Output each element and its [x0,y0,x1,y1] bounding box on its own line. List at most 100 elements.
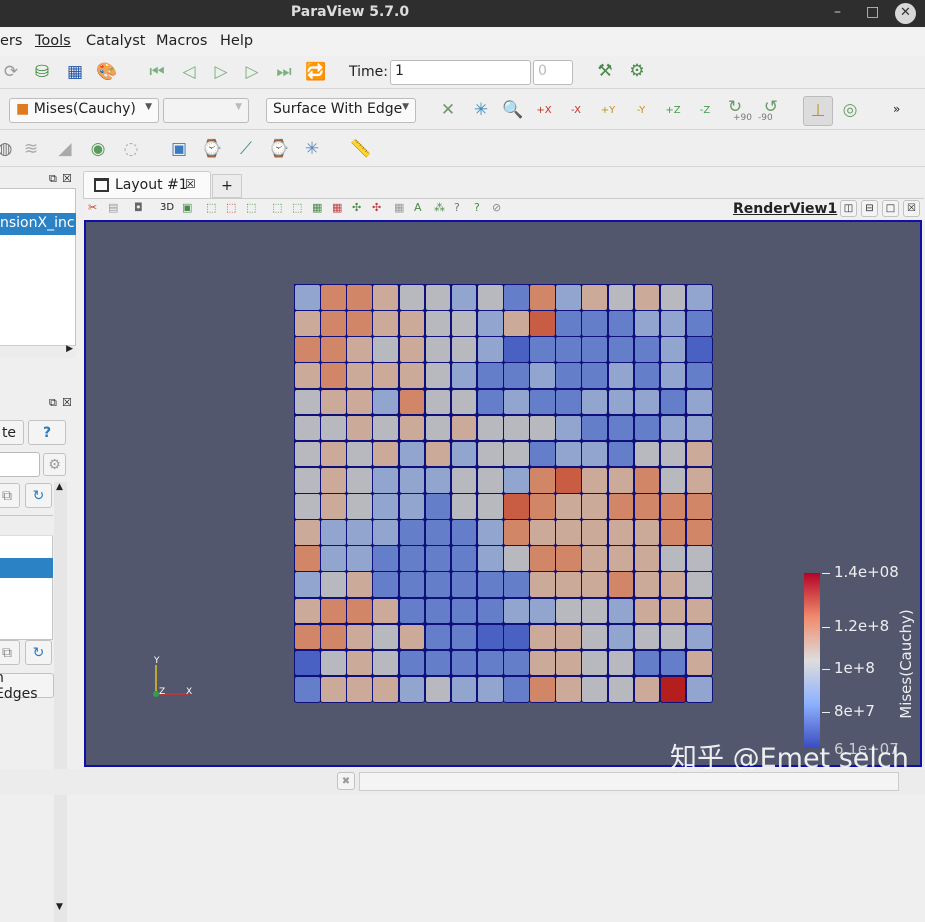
close-tab-icon[interactable]: ☒ [185,177,196,191]
menu-filters[interactable]: ers [0,33,22,49]
toggle-3d-button[interactable]: 3D [160,202,174,213]
tab-layout-1[interactable]: Layout #1 ☒ [83,171,211,199]
orientation-axes-toggle-icon[interactable]: ⊥ [803,96,833,126]
zoom-to-box-icon[interactable]: 🔍 [502,99,524,121]
probe-icon[interactable]: ✳ [301,138,323,160]
next-frame-icon[interactable]: ▷ [241,61,263,83]
view-minus-z-icon[interactable]: -Z [694,99,716,121]
plot-data-over-time-icon[interactable]: ⌚ [268,138,290,160]
mesh-cell [372,493,399,520]
timestep-spinbox[interactable]: 0 [533,60,573,85]
view-plus-x-icon[interactable]: +X [533,99,555,121]
time-input[interactable]: 1 [390,60,531,85]
color-palette-icon[interactable]: 🎨 [96,61,118,83]
clear-selection-icon[interactable]: ▦ [394,201,404,214]
menu-help[interactable]: Help [220,33,253,49]
group-datasets-icon[interactable]: ◉ [87,138,109,160]
zoom-to-data-icon[interactable]: ✳ [470,99,492,121]
capture-icon[interactable]: ▤ [108,201,118,214]
glyph-filter-icon[interactable]: ◍ [0,138,16,160]
view-plus-y-icon[interactable]: +Y [597,99,619,121]
menu-macros[interactable]: Macros [156,33,207,49]
previous-frame-icon[interactable]: ◁ [178,61,200,83]
reset-session-icon[interactable]: ⟳ [0,61,22,83]
undock-icon[interactable]: ⧉ [49,396,57,410]
hover-cells-icon[interactable]: ? [474,201,480,214]
select-block-icon[interactable]: ⬚ [272,201,282,214]
gear-icon[interactable]: ⚙ [43,453,66,476]
menu-tools[interactable]: Tools [35,33,71,49]
python-shell-icon[interactable]: ⚒ [594,60,616,82]
maximize-view-icon[interactable]: □ [882,200,899,217]
vertical-scrollbar[interactable]: ▲ ▼ [54,482,67,922]
component-combo[interactable]: ▼ [163,98,249,123]
select-points-icon[interactable]: ⬚ [226,201,236,214]
tooltip-icon[interactable]: ? [454,201,460,214]
reset-camera-icon[interactable]: ✕ [437,99,459,121]
horizontal-scrollbar[interactable]: ▶ [0,344,76,358]
refresh-icon[interactable]: ↻ [25,640,52,665]
search-properties-input[interactable] [0,452,40,477]
help-button[interactable]: ? [28,420,66,445]
add-tab-button[interactable]: + [212,174,242,198]
close-panel-icon[interactable]: ☒ [62,172,72,185]
screenshot-icon[interactable]: ◘ [134,201,143,214]
loop-icon[interactable]: 🔁 [305,61,327,83]
grow-selection-icon[interactable]: ✣ [352,201,361,214]
point-labels-icon[interactable]: ⁂ [434,201,445,214]
interactive-select-icon[interactable]: ▦ [312,201,322,214]
mesh-cell [320,545,347,572]
hover-points-icon[interactable]: ▦ [332,201,342,214]
center-rotation-icon[interactable]: ◎ [839,99,861,121]
color-by-combo[interactable]: ■ Mises(Cauchy) ▼ [9,98,159,123]
first-frame-icon[interactable]: ⏮ [146,61,168,83]
load-state-icon[interactable]: ⛁ [31,61,53,83]
representation-combo[interactable]: Surface With Edge ▼ [266,98,416,123]
mesh-cell [659,440,687,468]
apply-button[interactable]: te [0,420,24,445]
select-polygon-icon[interactable]: ⬚ [292,201,302,214]
z-axis-label: Z [159,687,166,697]
add-macro-icon[interactable]: ⚙ [626,60,648,82]
split-icon[interactable]: ✂ [88,201,97,214]
select-cells-icon[interactable]: ⬚ [206,201,216,214]
mesh-cell [346,597,373,625]
extract-level-icon[interactable]: ◌ [120,138,142,160]
show-labels-icon[interactable]: A [414,201,422,214]
pipeline-item-selected[interactable]: nsionX_inc1 [0,213,76,235]
toolbar-overflow-button[interactable]: » [893,102,900,116]
stream-tracer-icon[interactable]: ≋ [20,138,42,160]
plot-selection-over-time-icon[interactable]: ⌚ [201,138,223,160]
view-minus-x-icon[interactable]: -X [565,99,587,121]
view-minus-y-icon[interactable]: -Y [630,99,652,121]
refresh-icon[interactable]: ↻ [25,483,52,508]
warp-icon[interactable]: ◢ [54,138,76,160]
copy-icon[interactable]: ⧉ [0,483,20,508]
view-plus-z-icon[interactable]: +Z [662,99,684,121]
cancel-progress-icon[interactable]: ✖ [337,772,355,790]
split-horizontal-icon[interactable]: ◫ [840,200,857,217]
menu-catalyst[interactable]: Catalyst [86,33,145,49]
representation-dropdown[interactable]: n Edges [0,670,54,702]
list-item-selected[interactable] [0,558,53,578]
ruler-icon[interactable]: 📏 [350,138,372,160]
undock-icon[interactable]: ⧉ [49,172,57,186]
disable-icon[interactable]: ⊘ [492,201,501,214]
close-view-icon[interactable]: ☒ [903,200,920,217]
close-button[interactable]: ✕ [895,3,916,24]
maximize-button[interactable]: □ [866,4,879,20]
shrink-selection-icon[interactable]: ✣ [372,201,381,214]
plot-over-line-icon[interactable]: ⟋ [235,138,257,160]
select-frustum-icon[interactable]: ⬚ [246,201,256,214]
play-icon[interactable]: ▷ [210,61,232,83]
split-vertical-icon[interactable]: ⊟ [861,200,878,217]
close-panel-icon[interactable]: ☒ [62,396,72,409]
view-name[interactable]: RenderView1 [733,201,837,217]
interaction-mode-icon[interactable]: ▣ [182,201,192,214]
minimize-button[interactable]: – [834,4,841,20]
copy-icon[interactable]: ⧉ [0,640,20,665]
extract-selection-icon[interactable]: ▣ [168,138,190,160]
last-frame-icon[interactable]: ⏭ [273,61,295,83]
find-data-icon[interactable]: ▦ [64,61,86,83]
colorbar[interactable] [804,573,820,748]
